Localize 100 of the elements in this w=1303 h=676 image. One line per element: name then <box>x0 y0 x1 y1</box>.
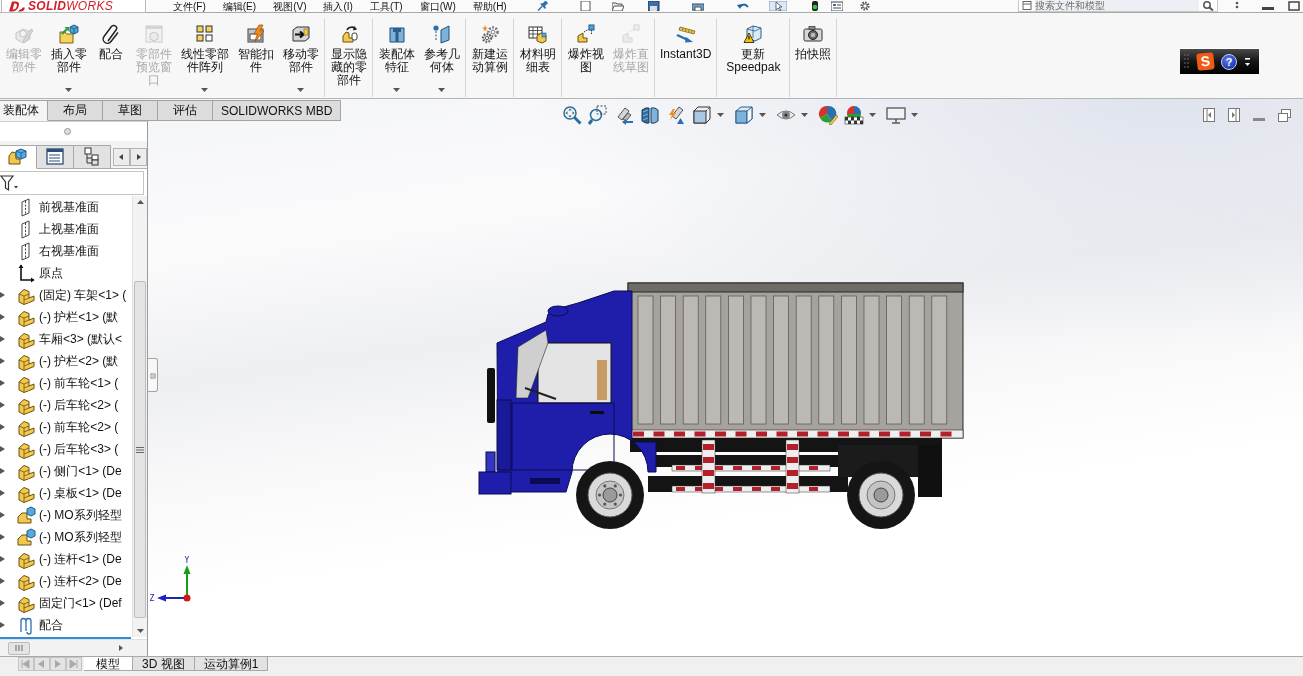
undo-icon[interactable] <box>736 1 749 11</box>
toolbar-button[interactable]: 配合 <box>91 18 131 97</box>
tree-item[interactable]: (-) 后车轮<3> ( <box>17 439 121 459</box>
maximize-icon[interactable] <box>1288 1 1300 11</box>
color-ball-checker-icon[interactable] <box>844 105 864 125</box>
menu-item[interactable]: 窗口(W) <box>419 0 456 12</box>
toolbar-button[interactable]: 新建运动算例 <box>467 18 512 97</box>
panel-tab[interactable] <box>0 145 37 169</box>
grip-icon[interactable] <box>1184 53 1190 70</box>
panel-tab[interactable] <box>37 145 74 169</box>
toolbar-button[interactable]: 装配体特征 <box>374 18 419 97</box>
expand-arrow-icon[interactable] <box>0 357 6 365</box>
expand-arrow-icon[interactable] <box>0 291 6 299</box>
tab[interactable]: 运动算例1 <box>194 657 269 671</box>
color-ball-pencil-icon[interactable] <box>818 105 838 125</box>
scroll-right-icon[interactable] <box>130 148 147 166</box>
tree-item[interactable]: (-) 护栏<1> (默 <box>17 307 121 327</box>
zoom-to-area-icon[interactable] <box>588 105 608 125</box>
caret-icon[interactable] <box>438 88 445 92</box>
toolbar-button[interactable]: Instant3D <box>656 18 716 97</box>
zoom-to-fit-icon[interactable] <box>562 105 582 125</box>
caret-icon[interactable] <box>911 113 918 117</box>
tree-item[interactable]: 右视基准面 <box>17 241 101 261</box>
tab[interactable]: 3D 视图 <box>133 657 195 671</box>
pushpin-icon[interactable] <box>536 1 549 11</box>
tree-item[interactable]: (-) MO系列轻型 <box>17 527 124 547</box>
scrollbar[interactable] <box>0 639 147 656</box>
expand-arrow-icon[interactable] <box>0 511 6 519</box>
caret-icon[interactable] <box>717 113 724 117</box>
tab[interactable]: 布局 <box>48 100 103 121</box>
print-icon[interactable] <box>691 1 704 11</box>
open-folder-icon[interactable] <box>611 1 624 11</box>
search-icon[interactable] <box>1202 0 1214 11</box>
toolbar-button[interactable]: 移动零部件 <box>278 18 323 97</box>
caret-icon[interactable] <box>759 113 766 117</box>
shaded-cube-icon[interactable] <box>734 105 754 125</box>
tree-item[interactable]: (-) 侧门<1> (De <box>17 461 124 481</box>
toolbar-button[interactable]: 更新Speedpak <box>718 18 789 97</box>
tab[interactable]: 评估 <box>158 100 213 121</box>
menu-item[interactable]: 插入(I) <box>323 0 353 12</box>
toolbar-button[interactable]: 插入零部件 <box>46 18 91 97</box>
caret-icon[interactable] <box>65 88 72 92</box>
expand-arrow-icon[interactable] <box>0 445 6 453</box>
caret-icon[interactable] <box>801 113 808 117</box>
logo-tab[interactable]: SOLIDWORKS <box>1 0 146 13</box>
pointer-icon[interactable] <box>768 1 787 11</box>
toolbar-button[interactable]: 爆炸视图 <box>563 18 608 97</box>
save-icon[interactable] <box>647 1 660 11</box>
funnel-icon[interactable] <box>0 174 20 192</box>
view-cube-icon[interactable] <box>692 105 712 125</box>
help-button[interactable]: ? <box>1221 53 1237 70</box>
tree-item[interactable]: (-) 前车轮<2> ( <box>17 417 121 437</box>
caret-icon[interactable] <box>201 88 208 92</box>
tree-item[interactable]: 前视基准面 <box>17 197 101 217</box>
tile-left-icon[interactable] <box>1203 108 1215 122</box>
splitter-grip-icon[interactable] <box>64 128 71 135</box>
scroll-right-icon[interactable] <box>117 643 125 653</box>
scrollbar-thumb[interactable] <box>8 641 30 655</box>
panel-collapse-handle[interactable] <box>148 358 158 392</box>
caret-icon[interactable] <box>297 88 304 92</box>
scroll-left-icon[interactable] <box>113 148 130 166</box>
tile-right-icon[interactable] <box>1228 108 1240 122</box>
toolbar-button[interactable]: 参考几何体 <box>419 18 464 97</box>
new-document-icon[interactable] <box>579 1 592 11</box>
expand-arrow-icon[interactable] <box>0 467 6 475</box>
tree-item[interactable]: 车厢<3> (默认< <box>17 329 125 349</box>
tree-item[interactable]: 上视基准面 <box>17 219 101 239</box>
caret-icon[interactable] <box>393 88 400 92</box>
expand-arrow-icon[interactable] <box>0 313 6 321</box>
tree-item[interactable]: (-) 连杆<2> (De <box>17 571 124 591</box>
tree-item[interactable]: (-) 连杆<1> (De <box>17 549 124 569</box>
caret-icon[interactable] <box>869 113 876 117</box>
properties-icon[interactable] <box>830 1 843 11</box>
menu-item[interactable]: 工具(T) <box>369 0 403 12</box>
tree-item[interactable]: (-) 桌板<1> (De <box>17 483 124 503</box>
gear-icon[interactable] <box>858 1 871 11</box>
menu-caret-icon[interactable] <box>1244 56 1251 67</box>
menu-item[interactable]: 文件(F) <box>173 0 206 12</box>
menu-item[interactable]: 视图(V) <box>273 0 307 12</box>
restore-icon[interactable] <box>1278 108 1291 122</box>
monitor-icon[interactable] <box>886 105 906 125</box>
toolbar-button[interactable]: 线性零部件阵列 <box>176 18 233 97</box>
expand-arrow-icon[interactable] <box>0 599 6 607</box>
tree-item[interactable]: (-) 前车轮<1> ( <box>17 373 121 393</box>
tree-item[interactable]: (-) MO系列轻型 <box>17 505 124 525</box>
expand-arrow-icon[interactable] <box>0 533 6 541</box>
expand-arrow-icon[interactable] <box>0 555 6 563</box>
toolbar-button[interactable]: 拍快照 <box>791 18 836 97</box>
search-field[interactable]: 搜索文件和模型 <box>1018 0 1218 12</box>
telescope-lightning-icon[interactable] <box>666 105 686 125</box>
tab[interactable]: 草图 <box>103 100 158 121</box>
tree-item[interactable]: 原点 <box>17 263 65 283</box>
expand-arrow-icon[interactable] <box>0 621 6 629</box>
expand-arrow-icon[interactable] <box>0 423 6 431</box>
tab[interactable]: 装配体 <box>0 100 48 121</box>
expand-arrow-icon[interactable] <box>0 335 6 343</box>
scrollbar[interactable] <box>132 196 147 637</box>
toolbar-button[interactable]: 材料明细表 <box>515 18 560 97</box>
panel-tab[interactable] <box>74 145 111 169</box>
expand-arrow-icon[interactable] <box>0 577 6 585</box>
